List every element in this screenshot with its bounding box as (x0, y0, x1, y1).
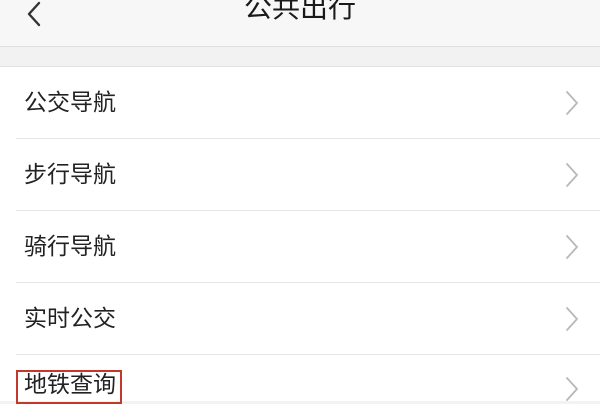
menu-item-walking-navigation[interactable]: 步行导航 (0, 139, 600, 211)
menu-list: 公交导航 步行导航 骑行导航 实时公交 地铁查询 (0, 66, 600, 401)
chevron-right-icon (566, 91, 578, 115)
chevron-right-icon (566, 307, 578, 331)
chevron-right-icon (566, 377, 578, 401)
menu-item-subway-query[interactable]: 地铁查询 (0, 355, 600, 401)
menu-item-label: 地铁查询 (24, 372, 116, 398)
menu-item-cycling-navigation[interactable]: 骑行导航 (0, 211, 600, 283)
menu-item-bus-navigation[interactable]: 公交导航 (0, 67, 600, 139)
menu-item-label: 骑行导航 (24, 234, 116, 260)
menu-item-label: 公交导航 (24, 90, 116, 116)
chevron-right-icon (566, 163, 578, 187)
menu-item-label: 步行导航 (24, 162, 116, 188)
menu-item-label: 实时公交 (24, 306, 116, 332)
menu-item-realtime-bus[interactable]: 实时公交 (0, 283, 600, 355)
nav-bar: 公共出行 (0, 0, 600, 47)
chevron-right-icon (566, 235, 578, 259)
page-title: 公共出行 (243, 0, 356, 24)
